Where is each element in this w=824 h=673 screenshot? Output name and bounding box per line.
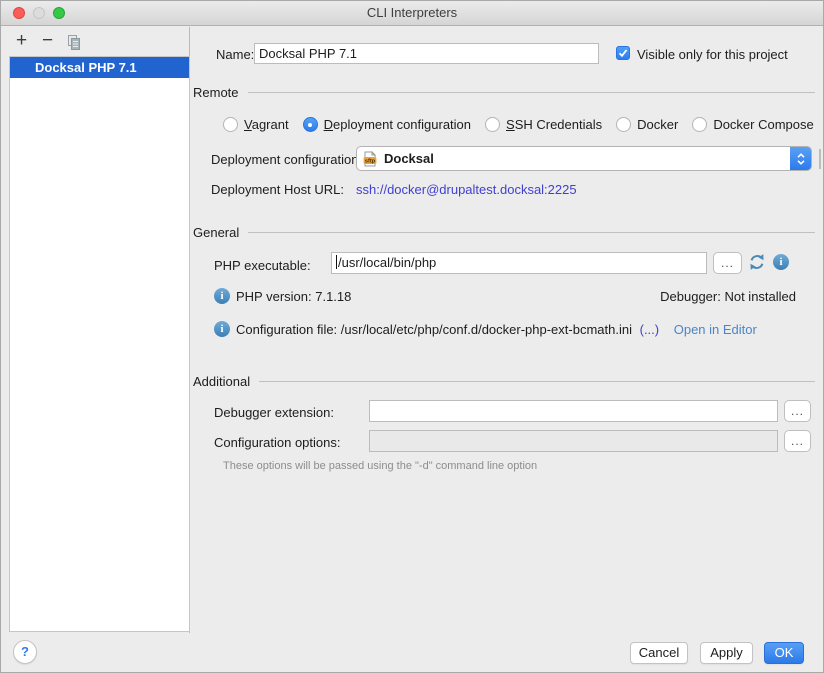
close-window-button[interactable]: [13, 7, 25, 19]
configuration-file-row: Configuration file: /usr/local/etc/php/c…: [236, 322, 757, 337]
copy-interpreter-icon[interactable]: [66, 35, 81, 54]
window-title: CLI Interpreters: [1, 1, 823, 25]
radio-circle-icon: [692, 117, 707, 132]
deployment-configuration-value: Docksal: [384, 151, 434, 166]
remote-section-header: Remote: [193, 85, 815, 99]
interpreters-list[interactable]: Docksal PHP 7.1: [9, 56, 190, 632]
zoom-window-button[interactable]: [53, 7, 65, 19]
deployment-host-url-label: Deployment Host URL:: [211, 182, 344, 197]
radio-circle-icon: [223, 117, 238, 132]
info-icon: i: [214, 288, 230, 304]
general-section-header: General: [193, 225, 815, 239]
options-note-text: These options will be passed using the "…: [223, 460, 537, 472]
radio-circle-icon: [616, 117, 631, 132]
configuration-options-input[interactable]: [369, 430, 778, 452]
open-in-editor-link[interactable]: Open in Editor: [674, 322, 757, 337]
cancel-button[interactable]: Cancel: [630, 642, 688, 664]
php-version-text: PHP version: 7.1.18: [236, 289, 351, 304]
sftp-file-icon: sftp: [362, 151, 378, 167]
general-section-title: General: [193, 225, 239, 240]
radio-vagrant[interactable]: Vagrant: [223, 117, 289, 132]
clipped-control-edge: [819, 149, 821, 169]
refresh-icon[interactable]: [748, 253, 766, 274]
chevron-up-down-icon[interactable]: [790, 147, 811, 170]
radio-docker-compose[interactable]: Docker Compose: [692, 117, 813, 132]
help-button[interactable]: ?: [13, 640, 37, 664]
configuration-options-label: Configuration options:: [214, 435, 340, 450]
cli-interpreters-dialog: CLI Interpreters + − Docksal PHP 7.1 Nam…: [0, 0, 824, 673]
configuration-file-ellipsis-link[interactable]: (...): [640, 322, 660, 337]
php-executable-input[interactable]: /usr/local/bin/php: [331, 252, 707, 274]
info-icon[interactable]: i: [773, 254, 789, 270]
name-label: Name:: [216, 47, 254, 62]
php-executable-label: PHP executable:: [214, 258, 311, 273]
radio-ssh-credentials[interactable]: SSH Credentials: [485, 117, 602, 132]
list-item-docksal-php[interactable]: Docksal PHP 7.1: [10, 57, 189, 78]
info-icon: i: [214, 321, 230, 337]
additional-section-header: Additional: [193, 374, 815, 388]
section-divider: [248, 92, 815, 93]
remote-section-title: Remote: [193, 85, 239, 100]
svg-text:sftp: sftp: [365, 158, 376, 164]
configuration-options-browse-button[interactable]: ...: [784, 430, 811, 452]
deployment-configuration-select[interactable]: sftp Docksal: [356, 146, 812, 171]
text-caret: [336, 255, 337, 269]
debugger-extension-input[interactable]: [369, 400, 778, 422]
visible-only-label: Visible only for this project: [637, 47, 788, 62]
remote-type-radio-group: Vagrant Deployment configuration SSH Cre…: [223, 117, 823, 132]
visible-only-checkbox[interactable]: [616, 46, 630, 60]
debugger-status-text: Debugger: Not installed: [660, 289, 796, 304]
ok-button[interactable]: OK: [764, 642, 804, 664]
radio-docker[interactable]: Docker: [616, 117, 678, 132]
configuration-file-text: Configuration file: /usr/local/etc/php/c…: [236, 322, 632, 337]
section-divider: [248, 232, 815, 233]
radio-circle-icon: [485, 117, 500, 132]
deployment-host-url-value[interactable]: ssh://docker@drupaltest.docksal:2225: [356, 182, 577, 197]
deployment-configuration-label: Deployment configuration:: [211, 152, 362, 167]
list-item-label: Docksal PHP 7.1: [35, 60, 137, 75]
debugger-extension-label: Debugger extension:: [214, 405, 334, 420]
apply-button[interactable]: Apply: [700, 642, 753, 664]
debugger-extension-browse-button[interactable]: ...: [784, 400, 811, 422]
radio-circle-icon: [303, 117, 318, 132]
title-bar[interactable]: CLI Interpreters: [1, 1, 823, 26]
add-interpreter-button[interactable]: +: [16, 33, 27, 49]
name-input[interactable]: Docksal PHP 7.1: [254, 43, 599, 64]
additional-section-title: Additional: [193, 374, 250, 389]
php-executable-browse-button[interactable]: ...: [713, 252, 742, 274]
remove-interpreter-button[interactable]: −: [42, 33, 53, 49]
section-divider: [259, 381, 815, 382]
minimize-window-button: [33, 7, 45, 19]
radio-deployment-configuration[interactable]: Deployment configuration: [303, 117, 471, 132]
